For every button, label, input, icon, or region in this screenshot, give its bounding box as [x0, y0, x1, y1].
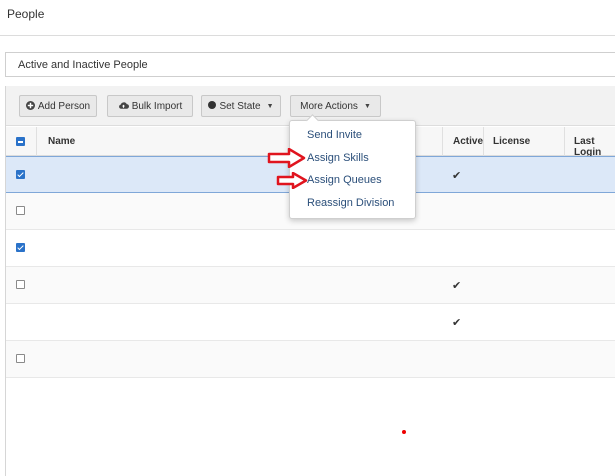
more-actions-button[interactable]: More Actions ▼ — [290, 95, 381, 117]
set-state-button[interactable]: Set State ▼ — [201, 95, 281, 117]
row-checkbox[interactable] — [16, 170, 25, 179]
menu-item-assign-queues[interactable]: Assign Queues — [307, 174, 382, 186]
menu-item-send-invite[interactable]: Send Invite — [307, 129, 362, 141]
check-icon: ✔ — [452, 280, 462, 292]
plus-circle-icon — [25, 100, 35, 112]
bulk-import-label: Bulk Import — [131, 100, 183, 112]
caret-down-icon: ▼ — [363, 102, 371, 110]
annotation-arrow-icon — [267, 148, 306, 168]
add-person-button[interactable]: Add Person — [19, 95, 97, 117]
table-row[interactable]: ✔ — [6, 267, 615, 304]
more-actions-menu: Send Invite Assign Skills Assign Queues … — [289, 120, 416, 219]
cloud-upload-icon — [118, 101, 129, 112]
add-person-label: Add Person — [37, 100, 91, 112]
caret-down-icon: ▼ — [266, 102, 274, 110]
header-separator — [442, 127, 443, 156]
select-all-checkbox[interactable] — [16, 137, 25, 146]
status-dot-icon — [208, 101, 217, 111]
table-row[interactable] — [6, 341, 615, 378]
set-state-label: Set State — [219, 100, 261, 112]
menu-item-reassign-division[interactable]: Reassign Division — [307, 197, 394, 209]
row-checkbox[interactable] — [16, 280, 25, 289]
menu-item-assign-skills[interactable]: Assign Skills — [307, 152, 369, 164]
column-last-login[interactable]: Last Login — [574, 136, 615, 158]
annotation-arrow-icon — [276, 172, 308, 189]
check-icon: ✔ — [452, 170, 462, 182]
filter-dropdown[interactable]: Active and Inactive People — [5, 52, 615, 77]
row-checkbox[interactable] — [16, 354, 25, 363]
header-divider — [0, 35, 615, 36]
filter-label: Active and Inactive People — [18, 59, 148, 71]
header-separator — [483, 127, 484, 156]
page-title: People — [7, 7, 45, 21]
red-dot-marker — [402, 430, 406, 434]
row-checkbox[interactable] — [16, 206, 25, 215]
column-name[interactable]: Name — [48, 136, 75, 147]
column-license[interactable]: License — [493, 136, 530, 147]
check-icon: ✔ — [452, 317, 462, 329]
column-active[interactable]: Active — [453, 136, 483, 147]
row-checkbox[interactable] — [16, 243, 25, 252]
table-row[interactable] — [6, 230, 615, 267]
header-separator — [564, 127, 565, 156]
bulk-import-button[interactable]: Bulk Import — [107, 95, 193, 117]
more-actions-label: More Actions — [300, 100, 358, 112]
table-row[interactable]: ✔ — [6, 304, 615, 341]
header-separator — [36, 127, 37, 156]
